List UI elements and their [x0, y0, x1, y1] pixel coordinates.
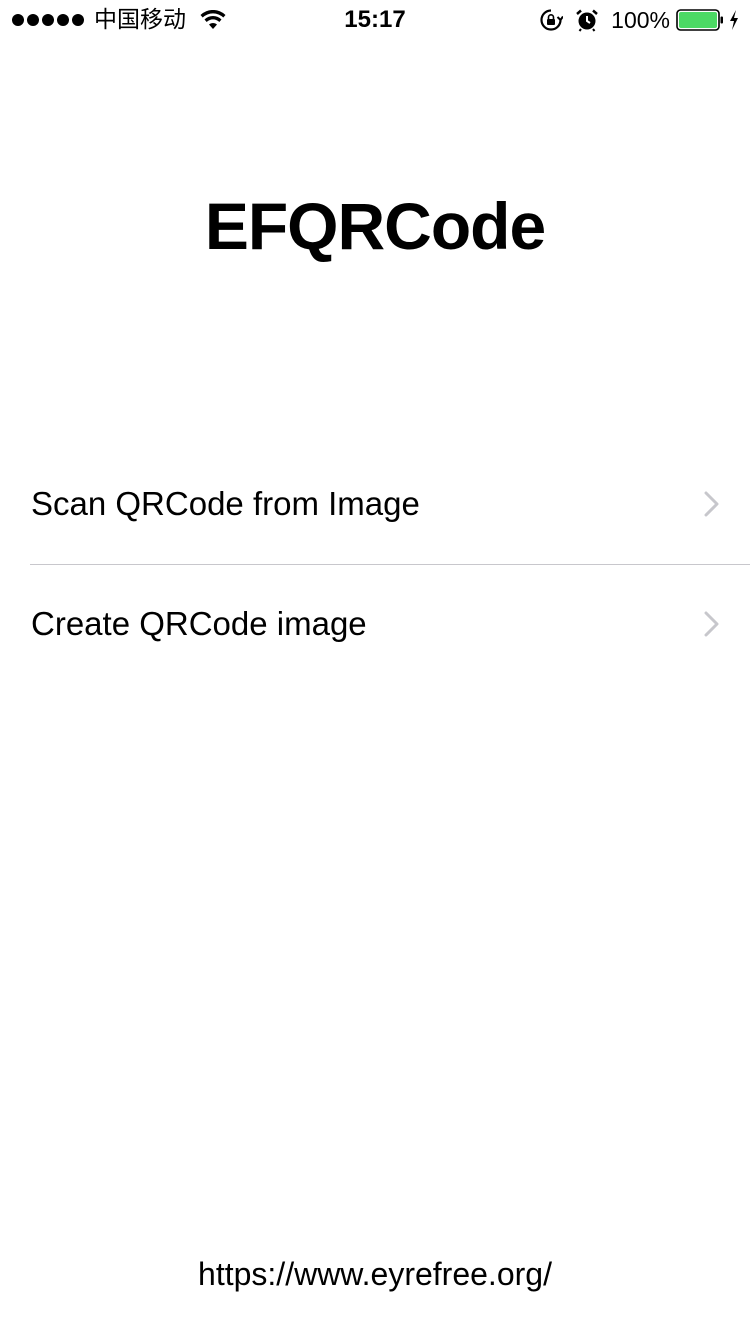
- battery-icon: [676, 9, 723, 31]
- status-right: 100%: [539, 6, 740, 34]
- menu-item-label: Scan QRCode from Image: [31, 485, 420, 522]
- battery-percent: 100%: [611, 7, 670, 33]
- alarm-icon: [576, 9, 598, 32]
- app-screen: 中国移动 15:17 100% EFQRCode Scan QRCode fro…: [0, 0, 750, 1334]
- app-title: EFQRCode: [204, 189, 546, 263]
- chevron-right-icon: [704, 491, 719, 517]
- menu-item-label: Create QRCode image: [31, 605, 367, 642]
- status-bar: 中国移动 15:17 100%: [0, 0, 750, 40]
- website-link[interactable]: https://www.eyrefree.org/: [0, 1254, 750, 1294]
- menu-list: Scan QRCode from Image Create QRCode ima…: [0, 444, 750, 684]
- chevron-right-icon: [704, 611, 719, 637]
- charging-icon: [730, 10, 738, 30]
- menu-item-scan-qrcode[interactable]: Scan QRCode from Image: [0, 444, 750, 564]
- lock-rotation-icon: [540, 9, 564, 31]
- menu-item-create-qrcode[interactable]: Create QRCode image: [0, 564, 750, 684]
